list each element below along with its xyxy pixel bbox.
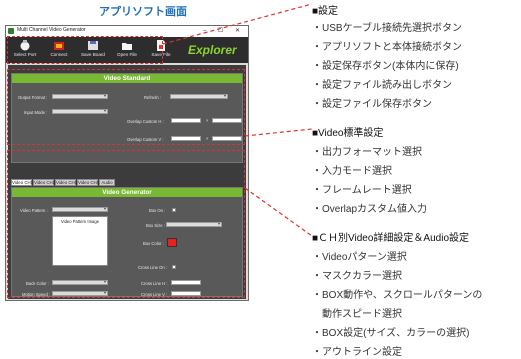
settings-item: ・アプリソフトと本体接続ボタン: [312, 42, 462, 53]
ch-settings-item: ・マスクカラー選択: [312, 271, 402, 282]
ch-settings-item: ・Videoパターン選択: [312, 252, 407, 263]
callout-connectors: [162, 3, 313, 237]
video-standard-item: ・フレームレート選択: [312, 185, 412, 196]
settings-title: ■設定: [312, 6, 339, 17]
settings-item: ・USBケーブル接続先選択ボタン: [312, 23, 462, 34]
settings-item: ・設定ファイル読み出しボタン: [312, 80, 452, 91]
settings-item: ・設定保存ボタン(本体内に保存): [312, 61, 459, 72]
video-standard-item: ・Overlapカスタム値入力: [312, 204, 428, 215]
video-standard-item: ・入力モード選択: [312, 166, 392, 177]
video-standard-title: ■Video標準設定: [312, 128, 384, 139]
ch-settings-connector: [244, 187, 313, 237]
video-standard-item: ・出力フォーマット選択: [312, 147, 422, 158]
ch-settings-item: ・アウトライン設定: [312, 347, 402, 358]
settings-connector: [162, 3, 313, 45]
ch-settings-item: ・BOX動作や、スクロールパターンの: [312, 290, 483, 301]
ch-settings-item: ・BOX設定(サイズ、カラーの選択): [312, 328, 470, 339]
ch-settings-title: ■ＣＨ別Video詳細設定＆Audio設定: [312, 233, 470, 244]
ch-settings-item: 動作スピード選択: [312, 309, 402, 320]
settings-item: ・設定ファイル保存ボタン: [312, 99, 432, 110]
video-standard-connector: [244, 128, 313, 137]
